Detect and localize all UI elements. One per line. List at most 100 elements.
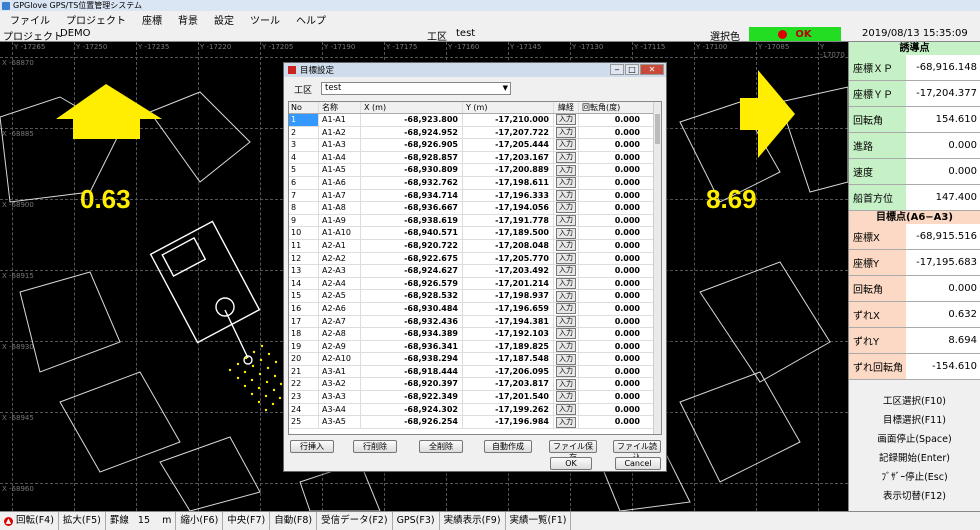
receive-data-button[interactable]: 受信データ(F2) (317, 511, 393, 530)
cell-rot[interactable]: 0.000 (579, 177, 643, 189)
cell-y[interactable]: -17,198.611 (463, 176, 554, 189)
cell-rot[interactable]: 0.000 (579, 265, 643, 277)
cell-name[interactable]: A2-A9 (319, 340, 361, 353)
cmd-toggle-display-button[interactable]: 表示切替(F12) (849, 487, 980, 506)
auto-button[interactable]: 自動(F8) (270, 511, 318, 530)
cell-x[interactable]: -68,936.667 (361, 202, 463, 214)
cell-y[interactable]: -17,194.381 (463, 315, 554, 328)
table-row[interactable]: 23 A3-A3 -68,922.349 -17,201.540 入力 0.000 (289, 391, 661, 404)
cell-x[interactable]: -68,924.302 (361, 403, 463, 416)
cmd-start-record-button[interactable]: 記録開始(Enter) (849, 449, 980, 468)
cell-x[interactable]: -68,936.341 (361, 340, 463, 353)
zoom-in-button[interactable]: 拡大(F5) (59, 511, 106, 530)
cell-no[interactable]: 9 (289, 214, 319, 227)
cmd-stop-buzzer-button[interactable]: ﾌﾞｻﾞｰ停止(Esc) (849, 468, 980, 487)
cell-y[interactable]: -17,207.722 (463, 126, 554, 139)
cell-x[interactable]: -68,940.571 (361, 227, 463, 239)
cell-no[interactable]: 1 (289, 114, 319, 126)
input-button[interactable]: 入力 (556, 391, 576, 403)
menu-tools[interactable]: ツール (250, 12, 280, 27)
input-button[interactable]: 入力 (556, 366, 576, 378)
input-button[interactable]: 入力 (556, 252, 576, 264)
cell-no[interactable]: 4 (289, 151, 319, 164)
table-row[interactable]: 22 A3-A2 -68,920.397 -17,203.817 入力 0.000 (289, 378, 661, 392)
cell-no[interactable]: 16 (289, 302, 319, 315)
cell-x[interactable]: -68,922.675 (361, 252, 463, 265)
cell-no[interactable]: 13 (289, 265, 319, 277)
actual-display-button[interactable]: 実績表示(F9) (440, 511, 506, 530)
cell-x[interactable]: -68,928.532 (361, 290, 463, 302)
table-row[interactable]: 4 A1-A4 -68,928.857 -17,203.167 入力 0.000 (289, 151, 661, 165)
cell-no[interactable]: 24 (289, 403, 319, 416)
cell-name[interactable]: A2-A10 (319, 353, 361, 365)
table-row[interactable]: 14 A2-A4 -68,926.579 -17,201.214 入力 0.000 (289, 277, 661, 291)
cell-no[interactable]: 25 (289, 416, 319, 428)
input-button[interactable]: 入力 (556, 215, 576, 227)
cell-y[interactable]: -17,205.444 (463, 139, 554, 151)
cell-y[interactable]: -17,196.659 (463, 302, 554, 315)
cell-rot[interactable]: 0.000 (579, 240, 643, 252)
cell-x[interactable]: -68,934.389 (361, 328, 463, 340)
table-row[interactable]: 1 A1-A1 -68,923.800 -17,210.000 入力 0.000 (289, 114, 661, 127)
table-row[interactable]: 5 A1-A5 -68,930.809 -17,200.889 入力 0.000 (289, 164, 661, 177)
cell-x[interactable]: -68,930.484 (361, 302, 463, 315)
input-button[interactable]: 入力 (556, 315, 576, 327)
koku-select[interactable]: test ▼ (321, 82, 511, 95)
cell-rot[interactable]: 0.000 (579, 227, 643, 239)
cell-y[interactable]: -17,201.540 (463, 391, 554, 403)
cell-rot[interactable]: 0.000 (579, 278, 643, 290)
cell-y[interactable]: -17,196.984 (463, 416, 554, 428)
input-button[interactable]: 入力 (556, 265, 576, 277)
cell-no[interactable]: 14 (289, 277, 319, 290)
table-row[interactable]: 12 A2-A2 -68,922.675 -17,205.770 入力 0.000 (289, 252, 661, 266)
cell-rot[interactable]: 0.000 (579, 404, 643, 416)
cell-no[interactable]: 18 (289, 328, 319, 340)
cell-y[interactable]: -17,203.817 (463, 378, 554, 391)
cell-rot[interactable]: 0.000 (579, 316, 643, 328)
cell-y[interactable]: -17,199.262 (463, 403, 554, 416)
input-button[interactable]: 入力 (556, 278, 576, 290)
input-button[interactable]: 入力 (556, 290, 576, 302)
cell-name[interactable]: A1-A4 (319, 151, 361, 164)
cell-y[interactable]: -17,201.214 (463, 277, 554, 290)
cell-x[interactable]: -68,923.800 (361, 114, 463, 126)
cell-x[interactable]: -68,934.714 (361, 189, 463, 202)
input-button[interactable]: 入力 (556, 403, 576, 415)
cell-x[interactable]: -68,930.809 (361, 164, 463, 176)
cell-rot[interactable]: 0.000 (579, 114, 643, 126)
cell-rot[interactable]: 0.000 (579, 190, 643, 202)
delete-row-button[interactable]: 行削除 (353, 440, 397, 453)
cell-y[interactable]: -17,189.825 (463, 340, 554, 353)
cell-x[interactable]: -68,932.436 (361, 315, 463, 328)
input-button[interactable]: 入力 (556, 416, 576, 428)
table-row[interactable]: 9 A1-A9 -68,938.619 -17,191.778 入力 0.000 (289, 214, 661, 228)
cell-rot[interactable]: 0.000 (579, 391, 643, 403)
cell-x[interactable]: -68,926.905 (361, 139, 463, 151)
cell-name[interactable]: A1-A1 (319, 114, 361, 126)
input-button[interactable]: 入力 (556, 328, 576, 340)
table-row[interactable]: 18 A2-A8 -68,934.389 -17,192.103 入力 0.000 (289, 328, 661, 341)
cmd-select-koku-button[interactable]: 工区選択(F10) (849, 392, 980, 411)
table-row[interactable]: 15 A2-A5 -68,928.532 -17,198.937 入力 0.000 (289, 290, 661, 303)
table-row[interactable]: 11 A2-A1 -68,920.722 -17,208.048 入力 0.000 (289, 239, 661, 253)
cell-rot[interactable]: 0.000 (579, 290, 643, 302)
cell-x[interactable]: -68,920.397 (361, 378, 463, 391)
cell-no[interactable]: 11 (289, 239, 319, 252)
auto-create-button[interactable]: 自動作成 (484, 440, 532, 453)
cell-x[interactable]: -68,938.619 (361, 214, 463, 227)
cell-name[interactable]: A3-A4 (319, 403, 361, 416)
cell-y[interactable]: -17,191.778 (463, 214, 554, 227)
menu-project[interactable]: プロジェクト (66, 12, 126, 27)
center-button[interactable]: 中央(F7) (223, 511, 271, 530)
cell-y[interactable]: -17,198.937 (463, 290, 554, 302)
cell-y[interactable]: -17,196.333 (463, 189, 554, 202)
cell-x[interactable]: -68,938.294 (361, 353, 463, 365)
input-button[interactable]: 入力 (556, 177, 576, 189)
table-row[interactable]: 21 A3-A1 -68,918.444 -17,206.095 入力 0.000 (289, 365, 661, 379)
input-button[interactable]: 入力 (556, 152, 576, 164)
table-row[interactable]: 7 A1-A7 -68,934.714 -17,196.333 入力 0.000 (289, 189, 661, 203)
table-row[interactable]: 10 A1-A10 -68,940.571 -17,189.500 入力 0.000 (289, 227, 661, 240)
menu-background[interactable]: 背景 (178, 12, 198, 27)
cell-name[interactable]: A2-A5 (319, 290, 361, 302)
actual-list-button[interactable]: 実績一覧(F1) (506, 511, 572, 530)
